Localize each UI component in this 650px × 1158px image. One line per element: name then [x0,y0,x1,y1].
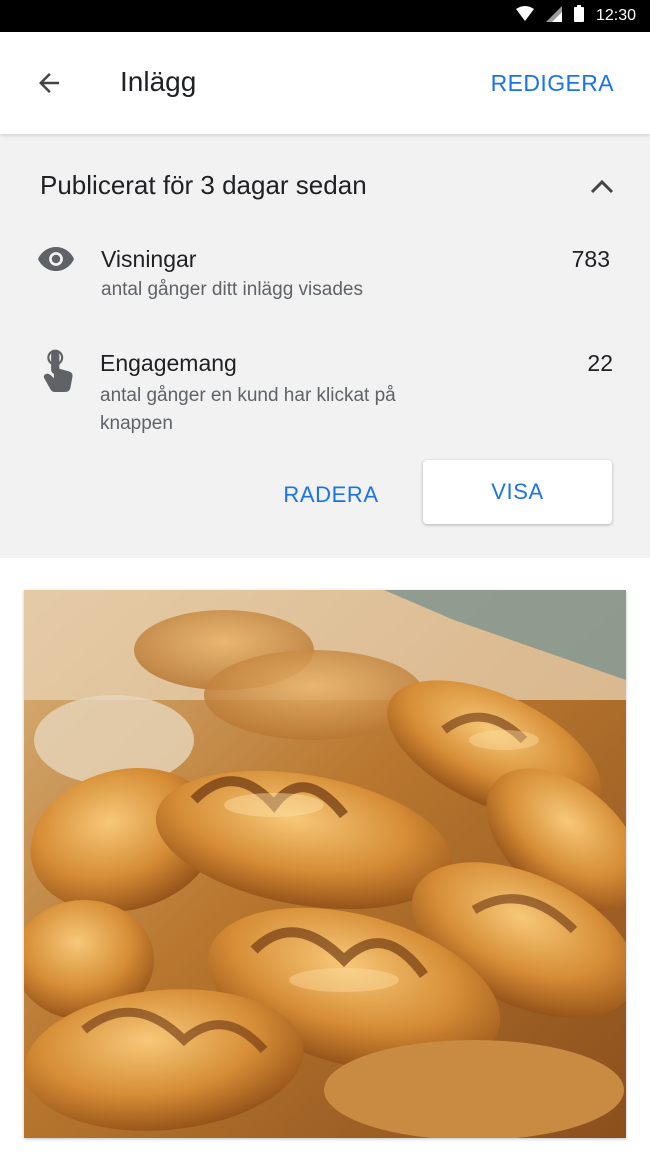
views-title: Visningar [101,246,197,272]
engagement-description-line1: antal gånger en kund har klickat på [100,385,396,406]
views-value: 783 [571,246,610,272]
back-button[interactable] [26,62,72,108]
battery-icon [573,5,584,27]
status-time: 12:30 [595,7,636,24]
status-bar: 12:30 [0,0,650,32]
croissants-photo [24,590,626,1138]
status-icons: 12:30 [515,0,636,32]
engagement-value: 22 [587,350,613,376]
published-heading: Publicerat för 3 dagar sedan [40,170,367,200]
eye-icon [36,239,76,279]
views-description: antal gånger ditt inlägg visades [101,279,363,300]
post-image [24,590,626,1138]
cell-signal-icon [545,5,562,27]
wifi-icon [515,5,534,27]
collapse-button[interactable] [586,174,618,202]
chevron-up-icon [589,177,615,200]
edit-button[interactable]: REDIGERA [491,70,614,97]
post-info-panel: Publicerat för 3 dagar sedan Visningar a… [0,134,650,558]
delete-button[interactable]: RADERA [272,468,390,522]
engagement-title: Engagemang [100,350,237,376]
engagement-description-line2: knappen [100,413,173,434]
page-title: Inlägg [120,66,197,97]
view-button[interactable]: VISA [423,460,612,524]
app-bar: Inlägg REDIGERA [0,32,650,134]
touch-hand-icon [38,346,78,394]
arrow-back-icon [34,68,64,103]
